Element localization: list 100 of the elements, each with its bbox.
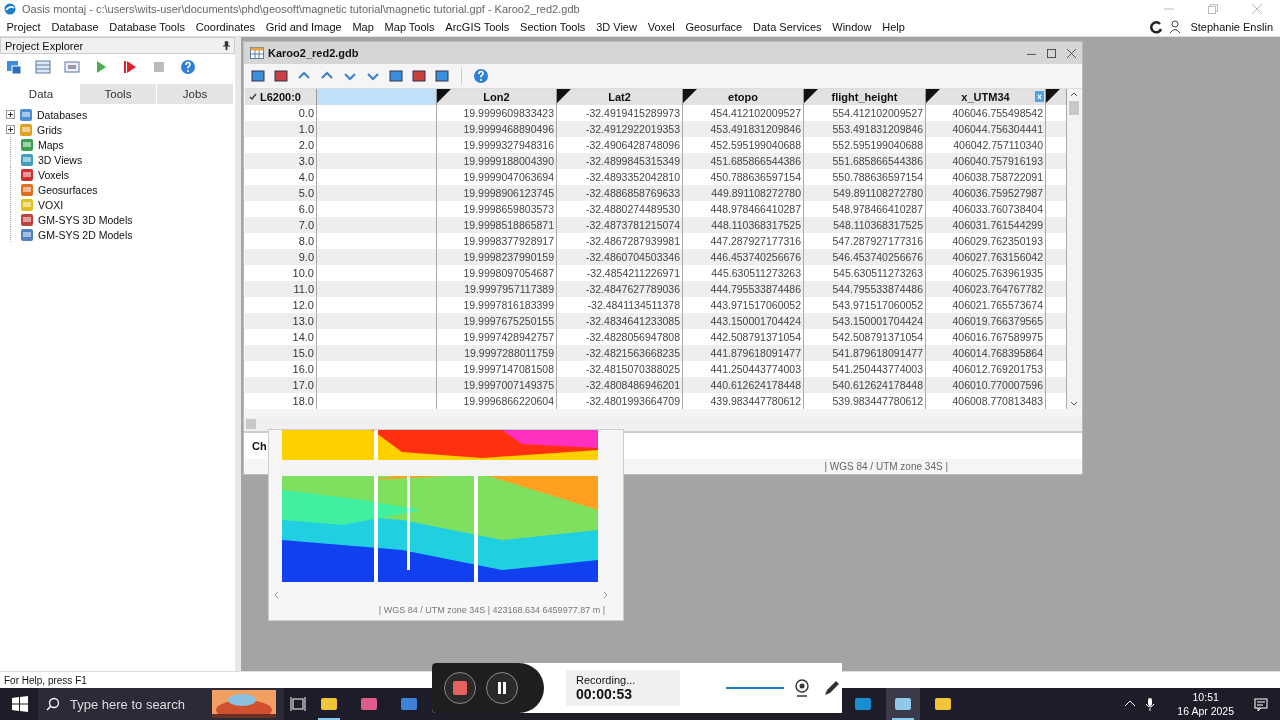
- table-cell: 406031.761544299: [926, 217, 1046, 233]
- column-header-label: Lat2: [608, 91, 631, 103]
- table-cell: 440.612624178448: [683, 377, 804, 393]
- row-index: 15.0: [245, 345, 317, 361]
- menu-item[interactable]: Map: [347, 21, 380, 33]
- table-cell: 549.891108272780: [804, 185, 926, 201]
- column-header[interactable]: x_UTM34: [926, 89, 1046, 105]
- table-cell: -32.4847627789036: [557, 281, 683, 297]
- table-cell: 441.879618091477: [683, 345, 804, 361]
- menu-item[interactable]: Data Services: [747, 21, 827, 33]
- tree-item[interactable]: Grids: [37, 123, 63, 136]
- table-cell: 548.110368317525: [804, 217, 926, 233]
- table-cell: 448.110368317525: [683, 217, 804, 233]
- recording-time: 00:00:53: [576, 686, 634, 702]
- column-header[interactable]: flight_height: [804, 89, 926, 105]
- tree-item[interactable]: Databases: [37, 108, 88, 121]
- table-cell: -32.4801993664709: [557, 393, 683, 409]
- table-cell: -32.4886858769633: [557, 185, 683, 201]
- panel-title: Project Explorer: [5, 39, 84, 52]
- column-header[interactable]: etopo: [683, 89, 804, 105]
- tree-item[interactable]: GM-SYS 3D Models: [38, 213, 133, 226]
- column-header-label: flight_height: [831, 91, 898, 103]
- table-cell: 19.9997007149375: [437, 377, 557, 393]
- menu-item[interactable]: Geosurface: [680, 21, 748, 33]
- table-cell: 444.795533874486: [683, 281, 804, 297]
- clock-time[interactable]: 10:51: [1192, 690, 1219, 704]
- user-name[interactable]: Stephanie Enslin: [1190, 21, 1273, 33]
- table-cell: 541.879618091477: [804, 345, 926, 361]
- tree-item[interactable]: VOXI: [38, 198, 64, 211]
- column-header-label: etopo: [728, 91, 758, 103]
- coordinate-status: | WGS 84 / UTM zone 34S | 423168.634 6459977.87 m |: [378, 605, 605, 615]
- table-cell: -32.4860704503346: [557, 249, 683, 265]
- column-header-label: Lon2: [483, 91, 510, 103]
- table-cell: 406008.770813483: [926, 393, 1046, 409]
- table-cell: 406036.759527987: [926, 185, 1046, 201]
- table-cell: 543.150001704424: [804, 313, 926, 329]
- panel-tab[interactable]: Data: [2, 84, 79, 104]
- row-index: 17.0: [245, 377, 317, 393]
- column-header[interactable]: Lat2: [557, 89, 683, 105]
- table-cell: 406019.766379565: [926, 313, 1046, 329]
- tree-item[interactable]: GM-SYS 2D Models: [38, 228, 133, 241]
- row-index: 3.0: [245, 153, 317, 169]
- menu-item[interactable]: 3D View: [590, 21, 643, 33]
- menu-item[interactable]: ArcGIS Tools: [439, 21, 515, 33]
- tree-item[interactable]: Voxels: [38, 168, 69, 181]
- table-cell: 544.795533874486: [804, 281, 926, 297]
- menu-item[interactable]: Coordinates: [190, 21, 261, 33]
- table-cell: 446.453740256676: [683, 249, 804, 265]
- table-cell: 406040.757916193: [926, 153, 1046, 169]
- menu-item[interactable]: Window: [826, 21, 877, 33]
- table-cell: 406014.768395864: [926, 345, 1046, 361]
- table-cell: -32.4821563668235: [557, 345, 683, 361]
- table-cell: 546.453740256676: [804, 249, 926, 265]
- tree-item[interactable]: Maps: [38, 138, 64, 151]
- table-cell: 406044.756304441: [926, 121, 1046, 137]
- row-index: 7.0: [245, 217, 317, 233]
- coordinate-status: | WGS 84 / UTM zone 34S |: [824, 461, 948, 472]
- table-cell: -32.4834641233085: [557, 313, 683, 329]
- table-cell: 19.9998237990159: [437, 249, 557, 265]
- table-cell: 406010.770007596: [926, 377, 1046, 393]
- column-header[interactable]: Lon2: [437, 89, 557, 105]
- row-index: 5.0: [245, 185, 317, 201]
- table-cell: -32.4912922019353: [557, 121, 683, 137]
- table-cell: 551.685866544386: [804, 153, 926, 169]
- table-cell: 19.9998906123745: [437, 185, 557, 201]
- status-text: For Help, press F1: [4, 674, 87, 686]
- search-box[interactable]: Type here to search: [38, 688, 284, 720]
- table-cell: 439.983447780612: [683, 393, 804, 409]
- clock-date[interactable]: 16 Apr 2025: [1177, 704, 1234, 718]
- tree-item[interactable]: 3D Views: [38, 153, 83, 166]
- menu-item[interactable]: Database: [46, 21, 104, 33]
- table-cell: 540.612624178448: [804, 377, 926, 393]
- table-cell: 19.9997957117389: [437, 281, 557, 297]
- menu-item[interactable]: Map Tools: [379, 21, 440, 33]
- table-cell: 539.983447780612: [804, 393, 926, 409]
- table-cell: 19.9996866220604: [437, 393, 557, 409]
- row-index: 11.0: [245, 281, 317, 297]
- recording-status: Recording...: [576, 674, 637, 686]
- row-index: 9.0: [245, 249, 317, 265]
- menu-item[interactable]: Section Tools: [514, 21, 591, 33]
- table-cell: -32.4873781215074: [557, 217, 683, 233]
- chart-label: Ch: [252, 440, 267, 452]
- menu-item[interactable]: Grid and Image: [260, 21, 348, 33]
- table-cell: 553.491831209846: [804, 121, 926, 137]
- document-title: Karoo2_red2.gdb: [268, 47, 359, 59]
- table-cell: 19.9999188004390: [437, 153, 557, 169]
- menu-item[interactable]: Project: [1, 21, 47, 33]
- menu-item[interactable]: Database Tools: [103, 21, 191, 33]
- row-index: 18.0: [245, 393, 317, 409]
- table-cell: 406027.763156042: [926, 249, 1046, 265]
- table-cell: -32.4808486946201: [557, 377, 683, 393]
- row-index: 13.0: [245, 313, 317, 329]
- table-cell: 19.9997288011759: [437, 345, 557, 361]
- tree-item[interactable]: Geosurfaces: [38, 183, 98, 196]
- menu-item[interactable]: Voxel: [642, 21, 680, 33]
- table-cell: -32.4899845315349: [557, 153, 683, 169]
- menu-item[interactable]: Help: [876, 21, 911, 33]
- table-cell: 19.9999468890496: [437, 121, 557, 137]
- window-title: Oasis montaj - c:\users\wits-user\documents\phd\geosoft\magnetic tutorial\magnetic tutorial.gpf - Karoo2_red2.gdb: [22, 3, 580, 15]
- search-field[interactable]: Type here to search: [68, 688, 204, 720]
